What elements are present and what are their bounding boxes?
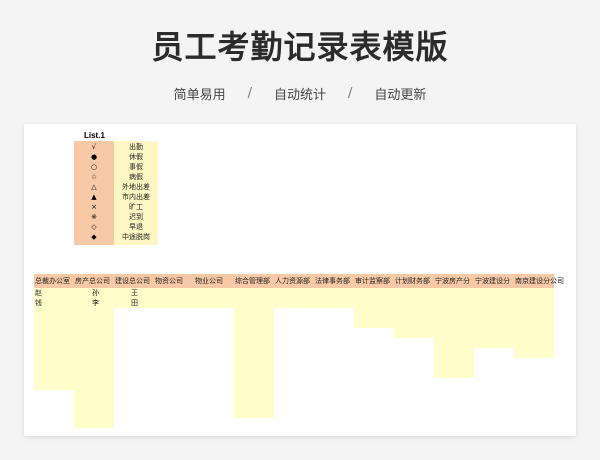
department-column: [474, 288, 514, 348]
department-header: 宁波房产分: [435, 277, 470, 285]
department-header: 综合管理部: [235, 277, 270, 285]
legend-row: ▲ 市内出差: [74, 192, 158, 202]
department-header: 建设总公司: [115, 277, 150, 285]
department-column: [194, 288, 234, 308]
employee-name: 钱: [35, 299, 42, 307]
legend-label: 病假: [129, 173, 143, 181]
legend-symbol: ◇: [91, 223, 97, 231]
legend-row: ● 休假: [74, 152, 158, 162]
department-column: [354, 288, 394, 328]
department-header: 房产总公司: [75, 277, 110, 285]
legend-symbol: ◆: [91, 233, 97, 241]
legend-row: √ 出勤: [74, 142, 158, 152]
legend-symbol: △: [91, 183, 97, 191]
department-header: 物资公司: [155, 277, 183, 285]
legend-symbol: ●: [90, 153, 98, 161]
legend-label: 旷工: [129, 203, 143, 211]
legend-symbol: ×: [91, 203, 97, 211]
department-header: 物业公司: [195, 277, 223, 285]
employee-name: 李: [92, 299, 99, 307]
page-title: 员工考勤记录表模版: [151, 28, 449, 66]
legend-label: 休假: [129, 153, 143, 161]
feature-easy: 简单易用: [173, 88, 226, 103]
legend-symbol: √: [91, 143, 97, 151]
legend-label: 早退: [129, 223, 143, 231]
feature-auto-update: 自动更新: [374, 88, 427, 103]
separator: /: [348, 86, 353, 101]
legend-symbol: ※: [91, 213, 97, 221]
legend-label: 市内出差: [122, 193, 150, 201]
legend-row: ※ 迟到: [74, 212, 158, 222]
separator: /: [247, 86, 252, 101]
legend-row: △ 外地出差: [74, 182, 158, 192]
department-column: [514, 288, 554, 358]
department-column: [394, 288, 434, 338]
legend-symbol: ○: [90, 163, 98, 171]
feature-auto-stats: 自动统计: [273, 88, 326, 103]
legend-label: 迟到: [129, 213, 143, 221]
legend-row: ☆ 病假: [74, 172, 158, 182]
feature-list: 简单易用 / 自动统计 / 自动更新: [0, 84, 600, 103]
department-column: [314, 288, 354, 308]
legend-row: × 旷工: [74, 202, 158, 212]
department-header: 人力资源部: [275, 277, 310, 285]
legend-row: ◆ 中途脱岗: [74, 232, 158, 242]
department-header: 审计监察部: [355, 277, 390, 285]
legend-label: 外地出差: [122, 183, 150, 191]
department-column: [274, 288, 314, 308]
department-header: 南京建设分公司: [515, 277, 564, 285]
legend-label: 事假: [129, 163, 143, 171]
employee-name: 孙: [92, 289, 99, 297]
legend-row: ○ 事假: [74, 162, 158, 172]
list-title: List.1: [84, 131, 105, 140]
employee-name: 田: [131, 299, 138, 307]
attendance-legend: √ 出勤 ● 休假 ○ 事假 ☆ 病假 △ 外地出差 ▲ 市内出差 × 旷工 ※ 迟到 ◇ 早退 ◆ 中途脱岗: [74, 141, 158, 245]
department-column: [434, 288, 474, 378]
department-header: 总裁办公室: [35, 277, 70, 285]
employee-name: 赵: [35, 289, 42, 297]
spreadsheet-preview: List.1 √ 出勤 ● 休假 ○ 事假 ☆ 病假 △ 外地出差 ▲ 市内出差 × 旷工 ※ 迟到 ◇ 早退 ◆ 中…: [24, 124, 576, 436]
department-column: [74, 288, 114, 428]
department-column: [234, 288, 274, 418]
legend-label: 中途脱岗: [122, 233, 150, 241]
department-header: 法律事务部: [315, 277, 350, 285]
legend-label: 出勤: [129, 143, 143, 151]
department-column: [154, 288, 194, 308]
employee-name: 王: [131, 289, 138, 297]
legend-symbol: ☆: [90, 173, 98, 181]
legend-symbol: ▲: [91, 193, 97, 201]
legend-row: ◇ 早退: [74, 222, 158, 232]
department-header: 计划财务部: [395, 277, 430, 285]
department-header: 宁波建设分: [475, 277, 510, 285]
